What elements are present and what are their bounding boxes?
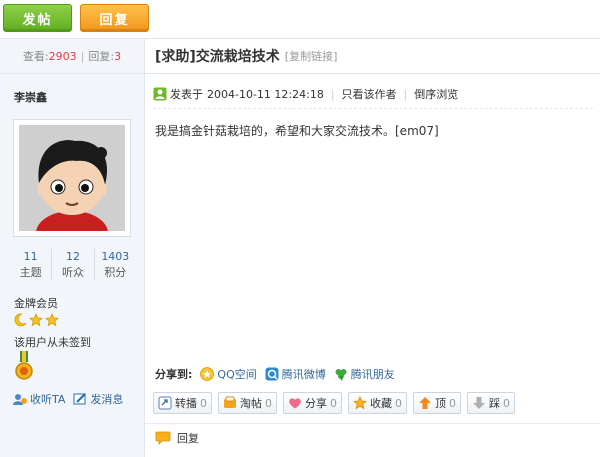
meta-divider-line — [153, 108, 593, 109]
action-label: 收藏 — [370, 397, 392, 410]
count-label: 听众 — [61, 266, 84, 279]
views-count: 2903 — [48, 49, 77, 63]
stats-divider: | — [80, 49, 85, 63]
top-toolbar: 发帖 回复 — [0, 0, 600, 39]
action-label: 顶 — [435, 397, 446, 410]
follow-link[interactable]: 收听TA — [13, 391, 65, 407]
user-sidebar: 查看: 2903 | 回复: 3 李崇鑫 11 主题 12 听众 1403 积分… — [0, 39, 145, 457]
username[interactable]: 李崇鑫 — [14, 89, 47, 105]
user-counts: 11 主题 12 听众 1403 积分 — [10, 249, 136, 281]
action-label: 淘帖 — [240, 397, 262, 410]
follow-label: 收听TA — [30, 393, 66, 406]
count-value: 12 — [65, 250, 80, 263]
count-label: 主题 — [19, 266, 42, 279]
message-link[interactable]: 发消息 — [73, 391, 123, 407]
star-icon — [29, 313, 43, 327]
weibo-icon — [265, 367, 279, 381]
only-author-link[interactable]: 只看该作者 — [342, 86, 397, 102]
reply-link[interactable]: 回复 — [155, 430, 199, 446]
heart-icon — [289, 398, 301, 409]
online-user-icon — [153, 87, 167, 101]
meta-divider: | — [330, 87, 335, 101]
share-weibo-label: 腾讯微博 — [281, 368, 326, 381]
count-points[interactable]: 1403 积分 — [95, 249, 136, 281]
share-label: 分享到: — [155, 368, 193, 381]
action-count: 0 — [503, 396, 510, 410]
taotie-button[interactable]: 淘帖 0 — [218, 392, 277, 414]
post-actions: 转播 0 淘帖 0 分享 0 收藏 0 顶 0 踩 0 — [153, 392, 515, 414]
share-friends-label: 腾讯朋友 — [350, 368, 395, 381]
replies-label: 回复: — [88, 50, 115, 63]
post-button[interactable]: 发帖 — [3, 4, 72, 32]
footer-divider — [145, 423, 600, 424]
action-count: 0 — [395, 396, 402, 410]
count-label: 积分 — [104, 266, 127, 279]
reply-link-label: 回复 — [177, 432, 199, 445]
star-icon — [353, 396, 367, 410]
arrow-up-icon — [419, 397, 431, 409]
post-header: [求助]交流栽培技术 [复制链接] — [145, 39, 600, 74]
reply-button[interactable]: 回复 — [80, 4, 149, 32]
action-count: 0 — [449, 396, 456, 410]
repost-icon — [158, 396, 172, 410]
taotie-icon — [224, 396, 236, 408]
views-label: 查看: — [22, 50, 49, 63]
moon-icon — [14, 313, 27, 327]
share-qzone-label: QQ空间 — [217, 368, 257, 381]
share-bar: 分享到: QQ空间 腾讯微博 腾讯朋友 — [155, 366, 395, 382]
action-label: 转播 — [175, 397, 197, 410]
repost-button[interactable]: 转播 0 — [153, 392, 212, 414]
star-icon — [45, 313, 59, 327]
posted-prefix: 发表于 — [170, 88, 203, 101]
clover-icon — [335, 369, 347, 381]
medal-icon[interactable] — [14, 351, 34, 384]
share-friends[interactable]: 腾讯朋友 — [334, 366, 395, 382]
downvote-button[interactable]: 踩 0 — [467, 392, 515, 414]
action-count: 0 — [265, 396, 272, 410]
post-meta: 发表于 2004-10-11 12:24:18 | 只看该作者 | 倒序浏览 — [153, 86, 458, 102]
user-actions: 收听TA 发消息 — [13, 391, 123, 407]
meta-divider: | — [403, 87, 408, 101]
count-value: 11 — [23, 250, 38, 263]
count-value: 1403 — [101, 250, 130, 263]
replies-count: 3 — [114, 49, 122, 63]
message-label: 发消息 — [90, 393, 124, 406]
share-qzone[interactable]: QQ空间 — [200, 366, 257, 382]
count-topics[interactable]: 11 主题 — [10, 249, 53, 281]
rank-stars — [13, 313, 59, 327]
reverse-view-link[interactable]: 倒序浏览 — [414, 86, 458, 102]
avatar[interactable] — [13, 119, 131, 237]
action-label: 踩 — [489, 397, 500, 410]
member-rank[interactable]: 金牌会员 — [14, 295, 58, 311]
arrow-down-icon — [473, 397, 485, 409]
action-count: 0 — [200, 396, 207, 410]
avatar-image — [19, 125, 125, 231]
count-listeners[interactable]: 12 听众 — [52, 249, 95, 281]
upvote-button[interactable]: 顶 0 — [413, 392, 461, 414]
speech-bubble-icon — [155, 431, 171, 445]
page-title: [求助]交流栽培技术 — [155, 49, 280, 65]
qzone-icon — [200, 367, 215, 381]
thread-stats: 查看: 2903 | 回复: 3 — [0, 39, 144, 74]
favorite-button[interactable]: 收藏 0 — [348, 392, 407, 414]
signin-status: 该用户从未签到 — [14, 336, 91, 349]
message-icon — [73, 393, 87, 405]
listen-icon — [13, 394, 27, 405]
post-body: 我是搞金针菇栽培的，希望和大家交流技术。[em07] — [155, 124, 439, 138]
posted-time: 2004-10-11 12:24:18 — [207, 87, 324, 101]
copy-link[interactable]: [复制链接] — [285, 48, 338, 64]
share-weibo[interactable]: 腾讯微博 — [265, 366, 326, 382]
action-label: 分享 — [305, 397, 327, 410]
share-button[interactable]: 分享 0 — [283, 392, 342, 414]
action-count: 0 — [330, 396, 337, 410]
